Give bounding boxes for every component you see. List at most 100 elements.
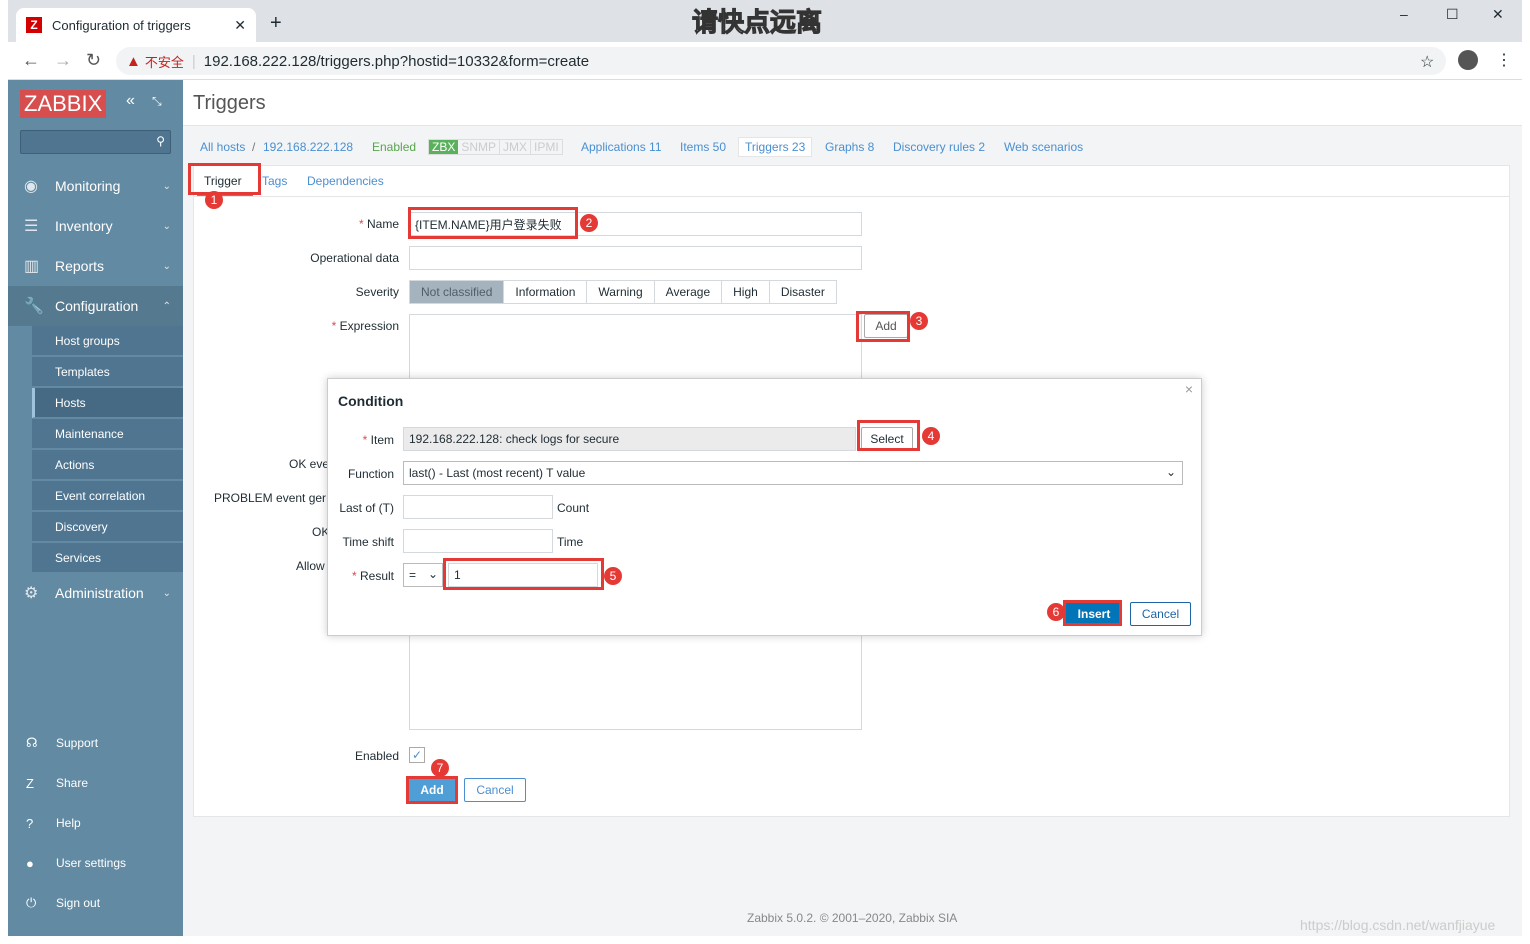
collapse-icon[interactable]: « bbox=[126, 92, 135, 110]
zbx-badge: ZBX bbox=[429, 140, 459, 154]
new-tab-button[interactable]: + bbox=[270, 12, 282, 35]
nav-label: Help bbox=[56, 816, 81, 830]
sidebar: ZABBIX « ⤡ ⚲ ◉ Monitoring ⌄ ☰ Inventory ⌄ ▥ R… bbox=[8, 80, 183, 936]
opdata-input[interactable] bbox=[409, 246, 862, 270]
nav-support[interactable]: ☊ Support bbox=[8, 723, 183, 763]
breadcrumb-discovery[interactable]: Discovery rules 2 bbox=[893, 140, 985, 154]
reload-icon[interactable]: ↻ bbox=[86, 50, 101, 71]
severity-information[interactable]: Information bbox=[504, 281, 588, 303]
nav-reports[interactable]: ▥ Reports ⌄ bbox=[8, 246, 183, 286]
breadcrumb-applications[interactable]: Applications 11 bbox=[581, 140, 662, 154]
close-window-button[interactable]: ✕ bbox=[1492, 6, 1504, 23]
availability-badges: ZBX SNMP JMX IPMI bbox=[428, 139, 563, 155]
chevron-down-icon: ⌄ bbox=[1165, 465, 1176, 479]
step-badge-2: 2 bbox=[580, 214, 598, 232]
list-icon: ☰ bbox=[24, 218, 39, 235]
nav-label: Support bbox=[56, 736, 99, 750]
severity-high[interactable]: High bbox=[722, 281, 770, 303]
close-icon[interactable]: × bbox=[1185, 381, 1193, 397]
highlight-3 bbox=[856, 311, 910, 342]
dialog-cancel-button[interactable]: Cancel bbox=[1130, 602, 1191, 626]
result-label: * Result bbox=[351, 569, 394, 583]
profile-icon[interactable] bbox=[1458, 50, 1478, 70]
item-label: * Item bbox=[362, 433, 394, 447]
sidebar-item-services[interactable]: Services bbox=[32, 543, 183, 573]
problem-event-label: PROBLEM event ger bbox=[214, 491, 327, 505]
sidebar-item-templates[interactable]: Templates bbox=[32, 357, 183, 387]
last-of-input[interactable] bbox=[403, 495, 553, 519]
breadcrumb-web[interactable]: Web scenarios bbox=[1004, 140, 1083, 154]
browser-tab[interactable]: Z Configuration of triggers ✕ bbox=[16, 8, 256, 42]
time-shift-input[interactable] bbox=[403, 529, 553, 553]
name-label: * Name bbox=[358, 217, 399, 231]
tab-dependencies[interactable]: Dependencies bbox=[307, 174, 384, 188]
nav-sign-out[interactable]: ⏻ Sign out bbox=[8, 883, 183, 923]
search-input[interactable]: ⚲ bbox=[20, 130, 171, 154]
sidebar-item-discovery[interactable]: Discovery bbox=[32, 512, 183, 542]
url-text: 192.168.222.128/triggers.php?hostid=1033… bbox=[203, 52, 590, 70]
nav-share[interactable]: Z Share bbox=[8, 763, 183, 803]
sidebar-item-event-correlation[interactable]: Event correlation bbox=[32, 481, 183, 511]
nav-user-settings[interactable]: ● User settings bbox=[8, 843, 183, 883]
function-select[interactable]: last() - Last (most recent) T value ⌄ bbox=[403, 461, 1183, 485]
nav-label: Administration bbox=[55, 585, 144, 601]
ok-event-label: OK eve bbox=[289, 457, 330, 471]
condition-dialog: Condition × * Item Select Function last(… bbox=[327, 378, 1202, 636]
expression-label: * Expression bbox=[331, 319, 399, 333]
nav-monitoring[interactable]: ◉ Monitoring ⌄ bbox=[8, 166, 183, 206]
minimize-button[interactable]: – bbox=[1400, 6, 1408, 22]
nav-configuration[interactable]: 🔧 Configuration ⌃ bbox=[8, 286, 183, 326]
opdata-label: Operational data bbox=[310, 251, 399, 265]
function-label: Function bbox=[347, 467, 394, 481]
enabled-checkbox[interactable]: ✓ bbox=[409, 747, 425, 763]
enabled-label: Enabled bbox=[354, 749, 399, 763]
breadcrumb-all-hosts[interactable]: All hosts bbox=[200, 140, 245, 154]
time-unit: Time bbox=[557, 535, 584, 549]
sidebar-item-hosts[interactable]: Hosts bbox=[32, 388, 183, 418]
chart-icon: ▥ bbox=[24, 258, 40, 275]
power-icon: ⏻ bbox=[26, 895, 37, 910]
menu-icon[interactable]: ⋮ bbox=[1496, 50, 1512, 70]
highlight-7 bbox=[406, 776, 458, 804]
nav-help[interactable]: ? Help bbox=[8, 803, 183, 843]
url-field[interactable]: ▲ 不安全 | 192.168.222.128/triggers.php?hosti… bbox=[116, 47, 1446, 75]
forward-icon[interactable]: → bbox=[54, 50, 72, 71]
cancel-button[interactable]: Cancel bbox=[464, 778, 526, 802]
gear-icon: ⚙ bbox=[24, 585, 39, 602]
headset-icon: ☊ bbox=[26, 735, 38, 750]
severity-selector: Not classified Information Warning Avera… bbox=[409, 280, 837, 304]
tab-title: Configuration of triggers bbox=[52, 17, 191, 33]
sidebar-item-maintenance[interactable]: Maintenance bbox=[32, 419, 183, 449]
severity-label: Severity bbox=[355, 285, 399, 299]
sidebar-item-actions[interactable]: Actions bbox=[32, 450, 183, 480]
breadcrumb-graphs[interactable]: Graphs 8 bbox=[825, 140, 874, 154]
breadcrumb-triggers[interactable]: Triggers 23 bbox=[738, 137, 813, 157]
description-textarea[interactable] bbox=[409, 630, 862, 730]
severity-warning[interactable]: Warning bbox=[587, 281, 655, 303]
breadcrumb-host[interactable]: 192.168.222.128 bbox=[263, 140, 353, 154]
breadcrumb-items[interactable]: Items 50 bbox=[680, 140, 726, 154]
kiosk-icon[interactable]: ⤡ bbox=[152, 94, 162, 109]
severity-average[interactable]: Average bbox=[655, 281, 723, 303]
breadcrumb-separator: / bbox=[252, 140, 256, 154]
nav-administration[interactable]: ⚙ Administration ⌄ bbox=[8, 573, 183, 613]
footer: Zabbix 5.0.2. © 2001–2020, Zabbix SIA bbox=[747, 911, 958, 925]
step-badge-1: 1 bbox=[205, 191, 223, 209]
back-icon[interactable]: ← bbox=[22, 50, 40, 71]
zabbix-logo[interactable]: ZABBIX bbox=[20, 90, 107, 118]
nav-inventory[interactable]: ☰ Inventory ⌄ bbox=[8, 206, 183, 246]
item-input[interactable] bbox=[403, 427, 856, 451]
last-unit: Count bbox=[557, 501, 590, 515]
result-operator-select[interactable]: = ⌄ bbox=[403, 563, 443, 587]
highlight-5 bbox=[443, 558, 604, 590]
page-header: Triggers bbox=[183, 80, 1522, 126]
tab-tags[interactable]: Tags bbox=[262, 174, 287, 188]
bookmark-star-icon[interactable]: ☆ bbox=[1420, 52, 1434, 72]
severity-not-classified[interactable]: Not classified bbox=[410, 281, 505, 303]
severity-disaster[interactable]: Disaster bbox=[770, 281, 836, 303]
maximize-button[interactable]: ☐ bbox=[1446, 6, 1459, 23]
close-tab-icon[interactable]: ✕ bbox=[234, 17, 246, 34]
nav-label: Monitoring bbox=[55, 178, 121, 194]
allow-label: Allow bbox=[296, 559, 325, 573]
sidebar-item-host-groups[interactable]: Host groups bbox=[32, 326, 183, 356]
